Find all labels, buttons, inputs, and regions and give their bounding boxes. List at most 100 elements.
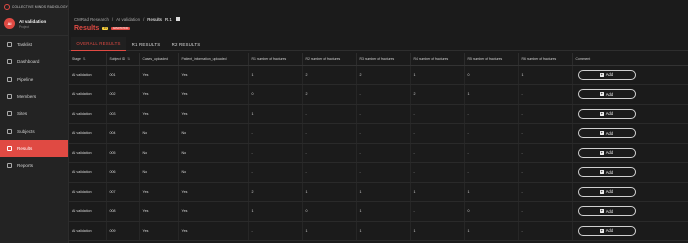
table-cell: - xyxy=(518,201,573,222)
table-cell: - xyxy=(356,162,411,183)
table-cell: - xyxy=(356,84,411,105)
table-cell: 1 xyxy=(356,182,411,202)
add-comment-button[interactable]: + Add xyxy=(577,69,636,80)
table-cell: AI validation xyxy=(69,182,107,202)
table-cell: 1 xyxy=(518,65,573,85)
table-cell: 2 xyxy=(356,65,411,85)
add-label: Add xyxy=(605,228,614,234)
project-subtitle: Project xyxy=(19,24,29,29)
table-cell: No xyxy=(139,123,179,144)
table-cell: 001 xyxy=(106,65,140,85)
table-cell: 0 xyxy=(464,65,519,85)
comment-cell: + Add xyxy=(572,104,688,124)
column-header: Comment xyxy=(572,53,688,66)
add-comment-button[interactable]: + Add xyxy=(577,206,636,217)
breadcrumb-item[interactable]: AI validation xyxy=(116,17,140,22)
add-comment-button[interactable]: + Add xyxy=(577,89,636,100)
sort-icon[interactable]: ⇅ xyxy=(127,57,130,61)
column-header: Cases_uploaded xyxy=(139,53,179,66)
plus-icon: + xyxy=(599,92,604,97)
table-cell: 1 xyxy=(302,221,357,241)
add-comment-button[interactable]: + Add xyxy=(577,108,636,119)
table-cell: 2 xyxy=(248,182,303,202)
sidebar-item-members[interactable]: Members xyxy=(0,88,68,105)
sidebar-item-tasklist[interactable]: Tasklist xyxy=(0,36,68,53)
table-row: AI validation 001 Yes Yes 1 2 2 1 0 1 + Add xyxy=(69,65,688,85)
plus-icon: + xyxy=(599,131,604,136)
table-cell: - xyxy=(248,123,303,144)
subjects-icon xyxy=(7,128,12,134)
add-label: Add xyxy=(605,111,614,117)
sidebar-item-reports[interactable]: Reports xyxy=(0,157,68,174)
project-switcher[interactable]: AI AI validation Project xyxy=(0,14,68,36)
comment-cell: + Add xyxy=(572,123,688,144)
project-title: AI validation xyxy=(19,18,47,24)
add-label: Add xyxy=(605,150,614,156)
sidebar-item-label: Pipeline xyxy=(17,76,34,82)
table-row: AI validation 003 Yes Yes 1- - - - - + Add xyxy=(69,104,688,124)
table-cell: 2 xyxy=(410,84,465,105)
add-label: Add xyxy=(605,208,614,214)
column-header: R2 number of fractures xyxy=(302,53,357,66)
column-header: R1 number of fractures xyxy=(248,53,303,66)
table-row: AI validation 002 Yes Yes 0 2-2 1- + Add xyxy=(69,84,688,105)
tab-overall-results[interactable]: OVERALL RESULTS xyxy=(71,37,126,51)
comment-cell: + Add xyxy=(572,84,688,105)
table-cell: 1 xyxy=(302,182,357,202)
page-title: Results xyxy=(74,25,100,32)
plus-icon: + xyxy=(599,72,604,77)
table-cell: - xyxy=(356,104,411,124)
tab-r1-results[interactable]: R1 RESULTS xyxy=(126,37,166,51)
table-cell: 1 xyxy=(464,84,519,105)
sidebar-item-label: Tasklist xyxy=(17,42,33,48)
table-cell: 1 xyxy=(248,201,303,222)
brand: COLLECTIVE MINDS RADIOLOGY xyxy=(0,0,68,14)
tasklist-icon xyxy=(7,42,12,48)
table-cell: Yes xyxy=(139,65,179,85)
table-cell: - xyxy=(302,104,357,124)
add-comment-button[interactable]: + Add xyxy=(577,167,636,178)
table-cell: 1 xyxy=(248,65,303,85)
add-comment-button[interactable]: + Add xyxy=(577,128,636,139)
column-header[interactable]: Stage ⇅ xyxy=(69,53,107,66)
sidebar-item-pipeline[interactable]: Pipeline xyxy=(0,71,68,88)
plus-icon: + xyxy=(599,228,604,233)
dropdown-icon[interactable] xyxy=(175,17,180,21)
status-badge: ANNOTATION xyxy=(111,27,130,30)
comment-cell: + Add xyxy=(572,221,688,241)
sidebar-item-results[interactable]: Results xyxy=(0,139,68,158)
table-cell: - xyxy=(518,221,573,241)
add-comment-button[interactable]: + Add xyxy=(577,147,636,158)
sidebar-item-dashboard[interactable]: Dashboard xyxy=(0,53,68,70)
sidebar-item-label: Reports xyxy=(17,163,34,169)
table-cell: - xyxy=(518,182,573,202)
table-cell: - xyxy=(464,104,519,124)
add-comment-button[interactable]: + Add xyxy=(577,225,636,236)
table-cell: AI validation xyxy=(69,84,107,105)
table-cell: - xyxy=(356,143,411,163)
pipeline-icon xyxy=(7,76,12,82)
sort-icon[interactable]: ⇅ xyxy=(83,57,86,61)
comment-cell: + Add xyxy=(572,182,688,202)
add-label: Add xyxy=(605,169,614,175)
breadcrumb-item[interactable]: CMRad Research xyxy=(74,17,109,22)
table-cell: Yes xyxy=(139,221,179,241)
results-tabs: OVERALL RESULTS R1 RESULTS R2 RESULTS xyxy=(69,37,688,51)
sidebar-item-sites[interactable]: Sites xyxy=(0,105,68,122)
add-comment-button[interactable]: + Add xyxy=(577,186,636,197)
table-cell: - xyxy=(464,162,519,183)
table-cell: 2 xyxy=(302,65,357,85)
sidebar-item-label: Dashboard xyxy=(17,59,40,65)
table-row: AI validation 006 No No - - - - - - + Add xyxy=(69,162,688,183)
sidebar-item-subjects[interactable]: Subjects xyxy=(0,122,68,139)
table-cell: - xyxy=(410,104,465,124)
table-cell: - xyxy=(518,162,573,183)
tab-r2-results[interactable]: R2 RESULTS xyxy=(166,37,206,51)
column-header[interactable]: Subject ID ⇅ xyxy=(106,53,140,66)
table-cell: Yes xyxy=(178,201,249,222)
column-header: R3 number of fractures xyxy=(356,53,411,66)
header: CMRad Research / AI validation / Results… xyxy=(69,0,688,37)
table-cell: No xyxy=(139,162,179,183)
table-cell: 1 xyxy=(410,65,465,85)
column-header: R4 number of fractures xyxy=(410,53,465,66)
